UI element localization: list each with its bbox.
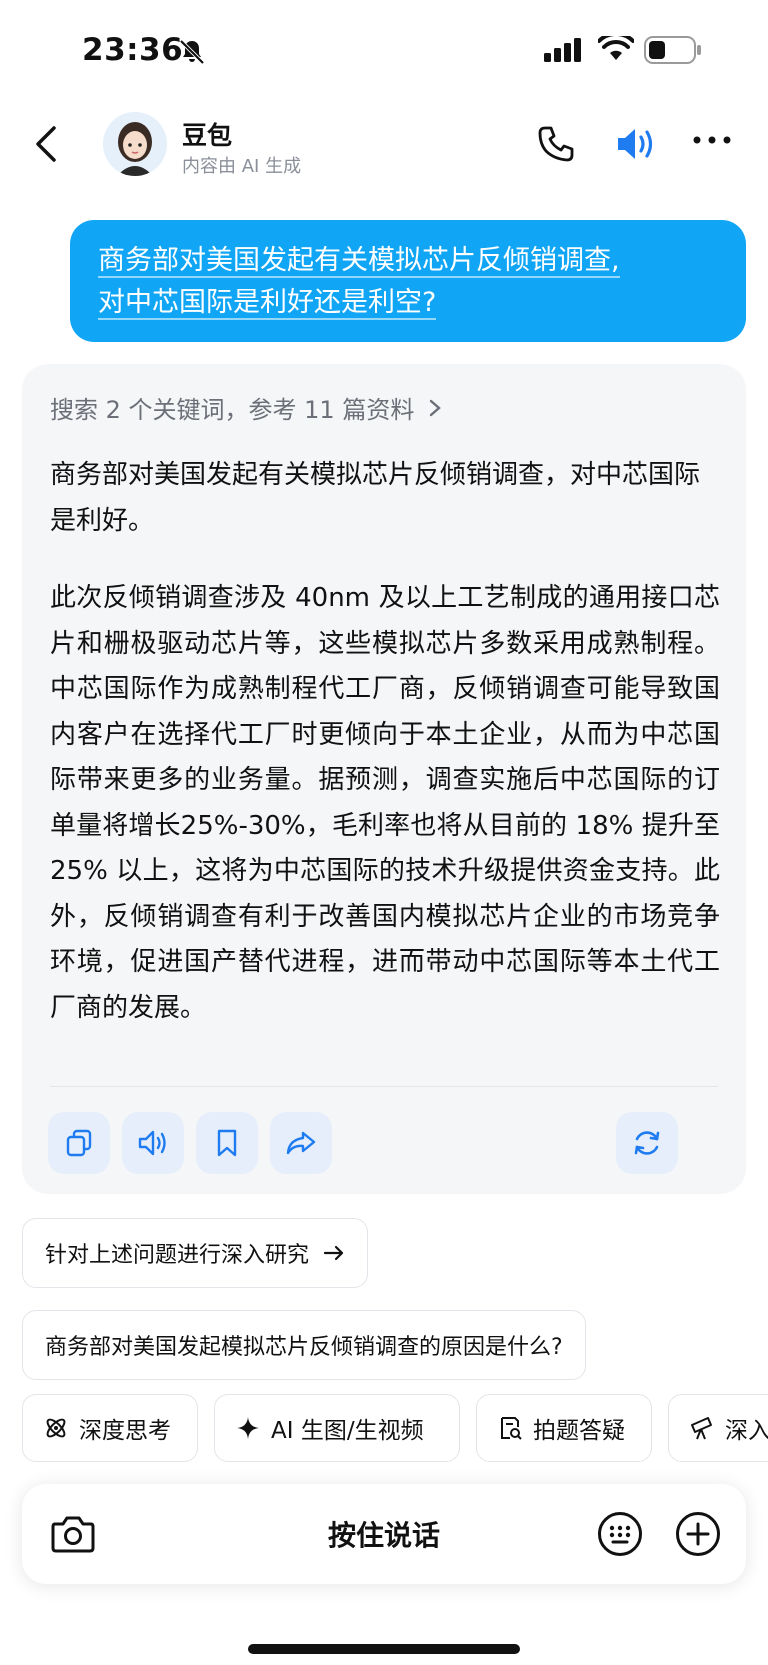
cellular-signal-icon (544, 38, 581, 62)
regenerate-button[interactable] (616, 1112, 678, 1174)
search-summary-text: 搜索 2 个关键词，参考 11 篇资料 (50, 396, 415, 424)
ai-image-video-label: AI 生图/生视频 (271, 1418, 424, 1444)
bookmark-icon (217, 1129, 237, 1157)
deep-explore-chip[interactable]: 深入 (668, 1394, 768, 1462)
answer-paragraph-2: 此次反倾销调查涉及 40nm 及以上工艺制成的通用接口芯片和栅极驱动芯片等，这些… (50, 583, 720, 1023)
chevron-right-icon (429, 399, 441, 417)
deep-think-label: 深度思考 (79, 1418, 171, 1444)
speaker-icon[interactable] (614, 124, 658, 164)
refresh-icon (634, 1131, 660, 1155)
deep-research-label: 针对上述问题进行深入研究 (45, 1243, 310, 1268)
back-arrow-icon[interactable] (28, 122, 64, 166)
user-message-line-1: 商务部对美国发起有关模拟芯片反倾销调查, (98, 245, 620, 278)
follow-up-question-label: 商务部对美国发起模拟芯片反倾销调查的原因是什么? (45, 1335, 563, 1360)
user-message-text: 商务部对美国发起有关模拟芯片反倾销调查, 对中芯国际是利好还是利空? (98, 240, 718, 324)
arrow-right-icon (323, 1245, 344, 1261)
telescope-icon (691, 1417, 712, 1440)
deep-explore-label: 深入 (725, 1418, 768, 1444)
answer-paragraph-1: 商务部对美国发起有关模拟芯片反倾销调查，对中芯国际是利好。 (50, 460, 701, 536)
bell-off-icon (179, 39, 205, 65)
speaker-outline-icon (138, 1130, 166, 1156)
keyboard-icon[interactable] (596, 1510, 644, 1558)
home-indicator[interactable] (248, 1644, 520, 1654)
photo-qa-label: 拍题答疑 (533, 1418, 625, 1444)
user-message-bubble[interactable]: 商务部对美国发起有关模拟芯片反倾销调查, 对中芯国际是利好还是利空? (70, 220, 746, 342)
user-message-line-2: 对中芯国际是利好还是利空? (98, 287, 437, 320)
status-bar: 23:36 (0, 0, 768, 100)
wifi-icon (598, 36, 634, 60)
bot-answer-card: 搜索 2 个关键词，参考 11 篇资料 商务部对美国发起有关模拟芯片反倾销调查，… (22, 364, 746, 1194)
divider (50, 1086, 718, 1087)
search-references-link[interactable]: 搜索 2 个关键词，参考 11 篇资料 (50, 390, 442, 425)
avatar-portrait-icon (103, 112, 167, 176)
read-aloud-button[interactable] (122, 1112, 184, 1174)
bookmark-button[interactable] (196, 1112, 258, 1174)
plus-icon[interactable] (674, 1510, 722, 1558)
follow-up-question-suggestion[interactable]: 商务部对美国发起模拟芯片反倾销调查的原因是什么? (22, 1310, 586, 1380)
phone-call-icon[interactable] (536, 124, 576, 164)
more-options-icon[interactable] (692, 134, 732, 146)
share-button[interactable] (270, 1112, 332, 1174)
photo-qa-chip[interactable]: 拍题答疑 (476, 1394, 652, 1462)
ai-generated-note: 内容由 AI 生成 (182, 156, 302, 177)
atom-icon (46, 1418, 66, 1438)
bot-avatar[interactable] (103, 112, 167, 176)
ai-image-video-chip[interactable]: AI 生图/生视频 (214, 1394, 460, 1462)
bot-name: 豆包 (182, 121, 233, 150)
copy-button[interactable] (48, 1112, 110, 1174)
status-time: 23:36 (82, 32, 184, 68)
chat-header: 豆包 内容由 AI 生成 (0, 100, 768, 192)
deep-think-chip[interactable]: 深度思考 (22, 1394, 198, 1462)
battery-icon (644, 36, 701, 64)
input-bar: 按住说话 (22, 1484, 746, 1584)
deep-research-suggestion[interactable]: 针对上述问题进行深入研究 (22, 1218, 369, 1288)
share-arrow-icon (286, 1131, 316, 1155)
sparkle-icon (237, 1417, 259, 1439)
copy-icon (66, 1129, 92, 1157)
document-search-icon (501, 1417, 522, 1440)
